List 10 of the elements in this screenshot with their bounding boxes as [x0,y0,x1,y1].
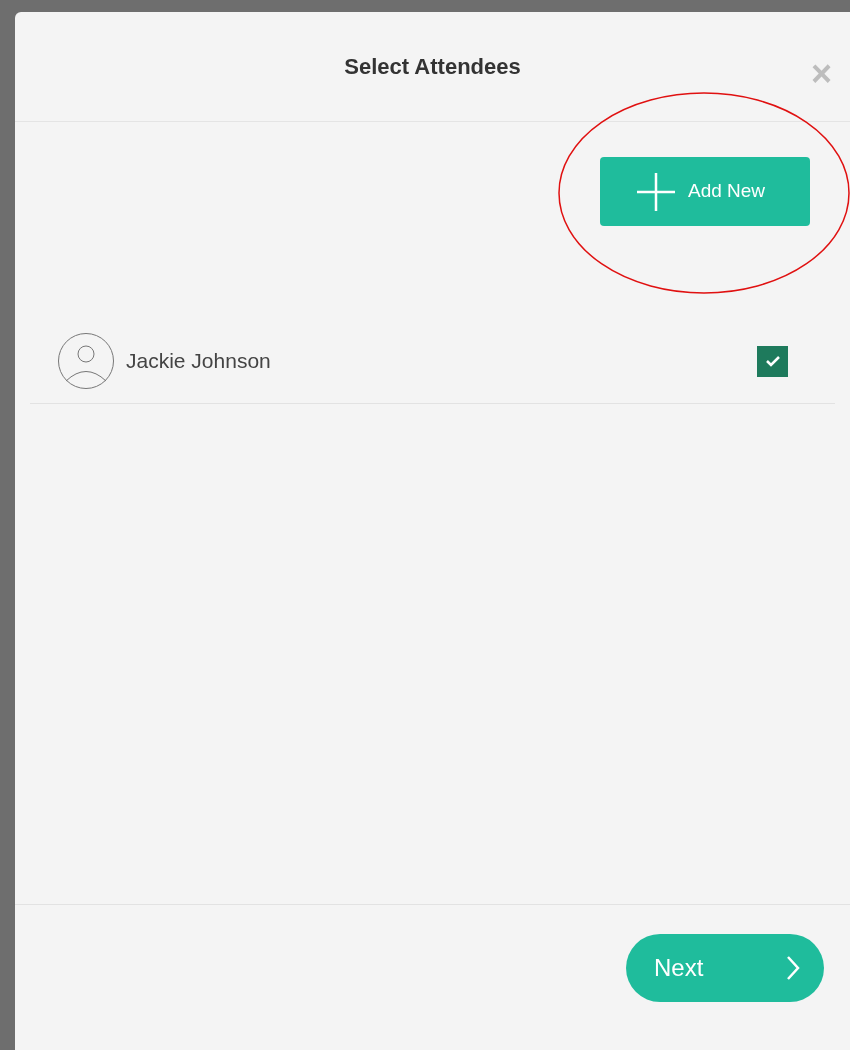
add-new-button[interactable]: Add New [600,157,810,226]
plus-icon [636,171,676,212]
close-button[interactable]: × [810,56,832,92]
attendee-name: Jackie Johnson [126,348,272,375]
next-button[interactable]: Next [626,934,824,1002]
dialog-title: Select Attendees [344,53,521,81]
check-icon [764,355,781,367]
avatar-icon [57,332,115,390]
checkbox[interactable] [757,345,788,377]
chevron-right-icon [786,955,800,981]
